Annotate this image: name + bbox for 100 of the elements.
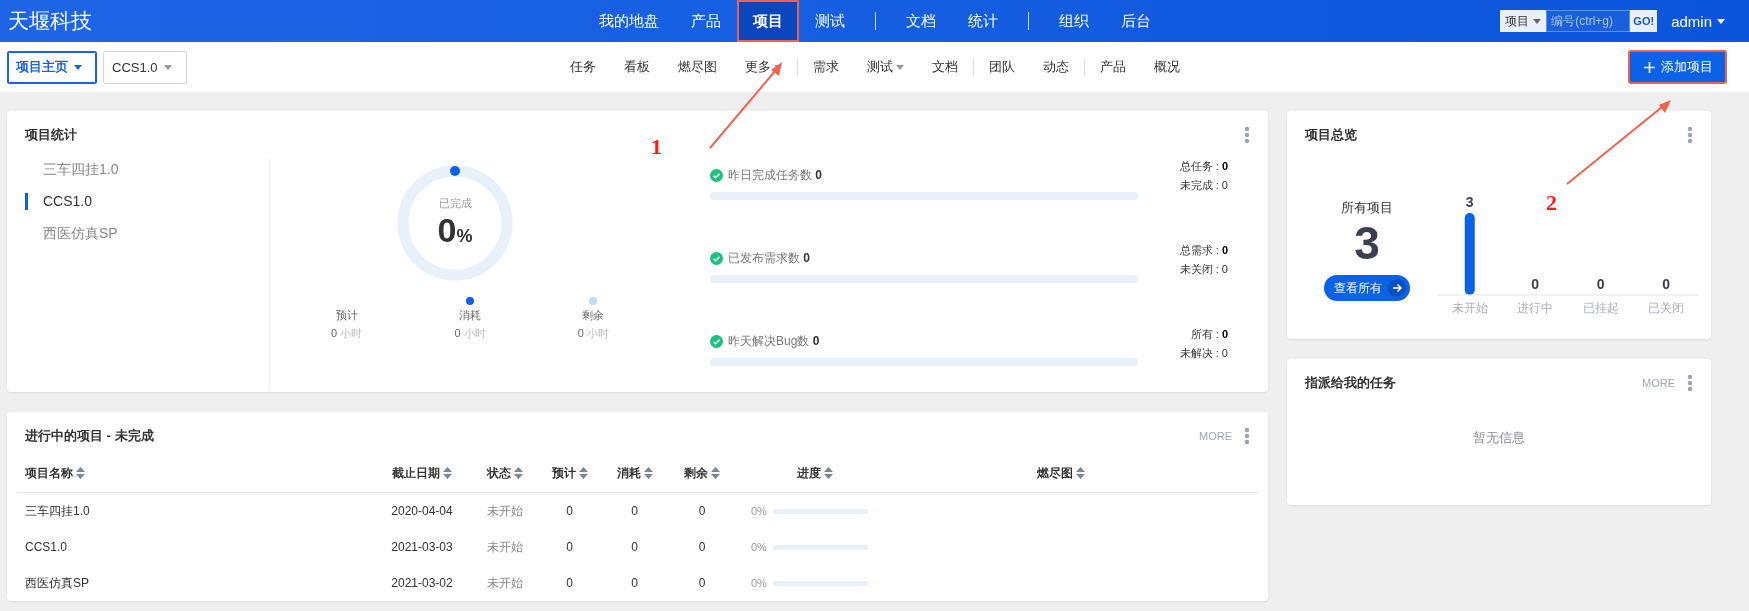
menu-item[interactable]: 动态 [1042, 58, 1069, 76]
caret-icon [163, 64, 172, 70]
bar-value: 3 [1465, 194, 1474, 210]
metric-label: 昨日完成任务数 0 [728, 167, 823, 184]
card-title: 项目总览 [1305, 126, 1358, 144]
card-title: 进行中的项目 - 未完成 [25, 427, 155, 445]
more-options-icon[interactable] [1687, 374, 1693, 392]
table-cell-text: 2021-03-02 [390, 576, 454, 590]
nav-tab[interactable]: 测试 [798, 0, 861, 42]
add-project-button[interactable]: 添加项目 [1628, 50, 1727, 84]
menu-item[interactable]: 任务 [569, 58, 596, 76]
sort-icon[interactable] [578, 467, 588, 479]
column-header[interactable]: 剩余 [684, 464, 708, 482]
metric-label: 已发布需求数 0 [728, 250, 811, 267]
column-header[interactable]: 截止日期 [392, 464, 440, 482]
progress-text: 0% [751, 577, 767, 589]
check-circle-icon [710, 335, 723, 348]
legend-label: 预计 [335, 308, 358, 323]
menu-item[interactable]: 燃尽图 [677, 58, 717, 76]
table-cell-text: 2020-04-04 [390, 504, 454, 518]
total-text: 未关闭 : 0 [1179, 262, 1228, 277]
table-cell-text: 三车四挂1.0 [24, 502, 91, 520]
nav-tab[interactable]: 项目 [736, 0, 799, 42]
breadcrumb[interactable]: 项目主页 [7, 50, 97, 84]
status-text: 未开始 [485, 574, 524, 592]
nav-tab[interactable]: 产品 [674, 0, 737, 42]
completion-value: 0% [437, 211, 473, 250]
total-label: 所有项目 [1341, 199, 1393, 217]
total-text: 未解决 : 0 [1179, 346, 1228, 361]
check-circle-icon [710, 252, 723, 265]
column-header[interactable]: 消耗 [616, 464, 641, 482]
column-header[interactable]: 状态 [486, 464, 511, 482]
search-field[interactable]: 编号(ctrl+g) [1546, 10, 1631, 32]
project-list-item[interactable]: 三车四挂1.0 [25, 161, 269, 178]
table-cell-text: CCS1.0 [24, 540, 69, 554]
menu-item[interactable]: 概况 [1153, 58, 1180, 76]
bar-value: 0 [1531, 276, 1540, 292]
sort-icon[interactable] [824, 467, 833, 479]
table-cell-text: 0 [630, 504, 639, 518]
table-cell-text: 0 [565, 504, 574, 518]
table-cell-text: 0 [630, 576, 639, 590]
total-text: 未完成 : 0 [1179, 178, 1228, 193]
caret-icon [1533, 18, 1542, 24]
column-header[interactable]: 预计 [551, 464, 576, 482]
user-menu[interactable]: admin [1671, 12, 1725, 30]
legend-value: 0 小时 [331, 326, 363, 341]
sort-icon[interactable] [1076, 467, 1085, 479]
table-cell-text: 0 [697, 504, 707, 518]
total-text: 总任务 : 0 [1179, 159, 1228, 174]
progress-text: 0% [751, 541, 767, 553]
nav-tab[interactable]: 后台 [1104, 0, 1167, 42]
caret-icon [1717, 18, 1725, 24]
search-scope-dropdown[interactable]: 项目 [1500, 10, 1547, 32]
card-title: 项目统计 [25, 126, 78, 144]
total-count: 3 [1354, 217, 1380, 269]
brand-logo[interactable]: 天堰科技 [0, 7, 92, 35]
more-options-icon[interactable] [1244, 126, 1250, 144]
category-label: 已挂起 [1582, 301, 1619, 315]
empty-message: 暂无信息 [1473, 430, 1525, 445]
sort-icon[interactable] [513, 467, 523, 479]
table-cell-text: 2021-03-03 [390, 540, 454, 554]
more-options-icon[interactable] [1687, 126, 1693, 144]
menu-item[interactable]: 团队 [988, 58, 1015, 76]
legend-value: 0 小时 [454, 326, 486, 341]
nav-tab[interactable]: 文档 [889, 0, 952, 42]
view-all-button[interactable]: 查看所有 [1324, 275, 1410, 301]
metric-label: 昨天解决Bug数 0 [728, 333, 820, 350]
category-label: 进行中 [1517, 301, 1554, 315]
bar-value: 0 [1596, 276, 1605, 292]
caret-icon [895, 64, 904, 70]
project-list-item[interactable]: 西医仿真SP [25, 225, 269, 242]
menu-item[interactable]: 文档 [931, 58, 958, 76]
category-label: 未开始 [1451, 301, 1488, 315]
column-header[interactable]: 进度 [797, 464, 821, 482]
sort-icon[interactable] [443, 467, 452, 479]
status-text: 未开始 [485, 502, 524, 520]
table-cell-text: 0 [630, 540, 639, 554]
table-cell-text: 0 [697, 576, 707, 590]
sort-icon[interactable] [643, 467, 653, 479]
more-options-icon[interactable] [1244, 427, 1250, 445]
bar-value: 0 [1662, 276, 1671, 292]
plus-icon [1644, 61, 1655, 73]
nav-tab[interactable]: 我的地盘 [582, 0, 675, 42]
menu-item[interactable]: 需求 [812, 58, 839, 76]
total-text: 总需求 : 0 [1179, 243, 1228, 258]
sort-icon[interactable] [76, 467, 85, 479]
go-button[interactable]: GO! [1630, 10, 1658, 32]
menu-item[interactable]: 测试 [866, 58, 904, 76]
sort-icon[interactable] [711, 467, 720, 479]
column-header[interactable]: 燃尽图 [1037, 464, 1073, 482]
progress-text: 0% [751, 505, 767, 517]
column-header[interactable]: 项目名称 [25, 464, 73, 482]
card-title: 指派给我的任务 [1305, 374, 1397, 392]
project-list-item[interactable]: CCS1.0 [25, 193, 269, 210]
menu-item[interactable]: 看板 [623, 58, 650, 76]
breadcrumb[interactable]: CCS1.0 [103, 50, 187, 84]
nav-tab[interactable]: 组织 [1042, 0, 1105, 42]
menu-item[interactable]: 产品 [1099, 58, 1126, 76]
check-circle-icon [710, 169, 723, 182]
nav-tab[interactable]: 统计 [951, 0, 1014, 42]
